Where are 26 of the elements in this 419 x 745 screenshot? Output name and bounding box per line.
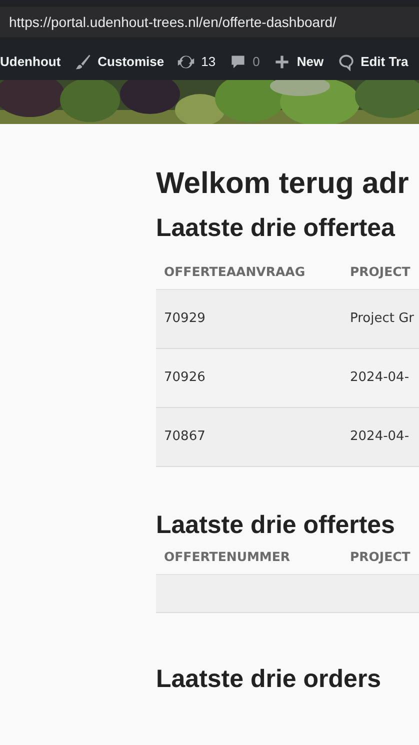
- admin-bar-item[interactable]: 13: [177, 52, 216, 72]
- admin-bar-item[interactable]: Customise: [74, 52, 164, 72]
- table-cell-text: 2024-04-: [350, 369, 410, 388]
- address-bar[interactable]: https://portal.udenhout-trees.nl/en/offerte-dashboard/: [0, 7, 419, 37]
- section-heading: Laatste drie offertes: [156, 510, 396, 541]
- column-header: OFFERTEAANVRAAG: [163, 263, 306, 282]
- table-cell-text: Project Gr: [350, 310, 414, 328]
- welcome-heading: Welkom terug adr: [156, 166, 410, 202]
- table-cell-text: 70929: [163, 310, 206, 328]
- admin-bar-item[interactable]: 0: [228, 52, 260, 72]
- comment-icon: [228, 52, 247, 70]
- plus-icon: [272, 52, 291, 70]
- admin-bar-item[interactable]: New: [272, 52, 324, 72]
- table-cell-text: 2024-04-: [350, 428, 410, 446]
- brush-icon: [74, 52, 92, 70]
- speech-bubble-icon: [336, 52, 355, 70]
- admin-bar-item[interactable]: Edit Tra: [336, 52, 408, 72]
- table-cell-text: 70926: [163, 369, 206, 388]
- table-cell-text: 70867: [163, 428, 206, 446]
- column-header: PROJECT: [350, 548, 410, 566]
- column-header: PROJECT: [350, 263, 410, 282]
- refresh-icon: [177, 52, 196, 70]
- column-header: OFFERTENUMMER: [163, 548, 292, 566]
- section-heading: Laatste drie offertea: [156, 213, 396, 244]
- section-heading: Laatste drie orders: [156, 664, 382, 695]
- admin-bar-item[interactable]: Udenhout: [0, 52, 61, 72]
